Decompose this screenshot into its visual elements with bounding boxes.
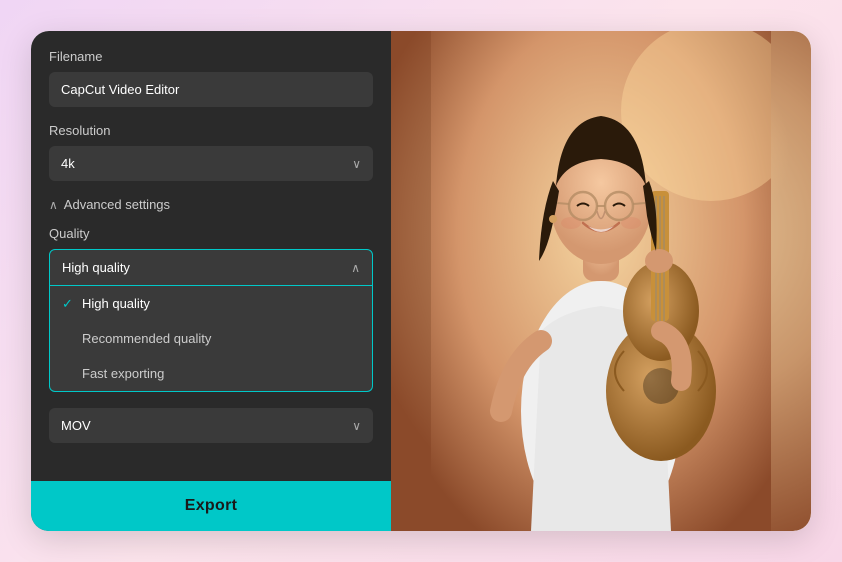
resolution-value: 4k bbox=[61, 156, 75, 171]
export-button[interactable]: Export bbox=[31, 481, 391, 531]
right-panel bbox=[391, 31, 811, 531]
quality-option-recommended[interactable]: Recommended quality bbox=[50, 321, 372, 356]
quality-chevron-up-icon: ∧ bbox=[351, 261, 360, 275]
person-illustration bbox=[431, 31, 771, 531]
photo-background bbox=[391, 31, 811, 531]
format-value: MOV bbox=[61, 418, 91, 433]
export-dialog: Filename Resolution 4k ∨ ∧ Advanced sett… bbox=[31, 31, 811, 531]
resolution-label: Resolution bbox=[49, 123, 373, 138]
advanced-settings-label: Advanced settings bbox=[64, 197, 170, 212]
quality-option-fast[interactable]: Fast exporting bbox=[50, 356, 372, 391]
format-select[interactable]: MOV ∨ bbox=[49, 408, 373, 443]
advanced-chevron-up-icon: ∧ bbox=[49, 198, 58, 212]
resolution-select[interactable]: 4k ∨ bbox=[49, 146, 373, 181]
quality-dropdown-trigger[interactable]: High quality ∧ bbox=[49, 249, 373, 286]
left-panel: Filename Resolution 4k ∨ ∧ Advanced sett… bbox=[31, 31, 391, 531]
advanced-settings-toggle[interactable]: ∧ Advanced settings bbox=[49, 197, 373, 212]
quality-dropdown-menu: High quality Recommended quality Fast ex… bbox=[49, 286, 373, 392]
resolution-chevron-down-icon: ∨ bbox=[352, 157, 361, 171]
quality-option-high-label: High quality bbox=[82, 296, 150, 311]
quality-option-high[interactable]: High quality bbox=[50, 286, 372, 321]
quality-option-recommended-label: Recommended quality bbox=[82, 331, 211, 346]
quality-label: Quality bbox=[49, 226, 373, 241]
filename-input[interactable] bbox=[49, 72, 373, 107]
format-chevron-down-icon: ∨ bbox=[352, 419, 361, 433]
quality-option-fast-label: Fast exporting bbox=[82, 366, 164, 381]
quality-selected-value: High quality bbox=[62, 260, 130, 275]
quality-dropdown-wrapper: High quality ∧ High quality Recommended … bbox=[49, 249, 373, 392]
filename-label: Filename bbox=[49, 49, 373, 64]
